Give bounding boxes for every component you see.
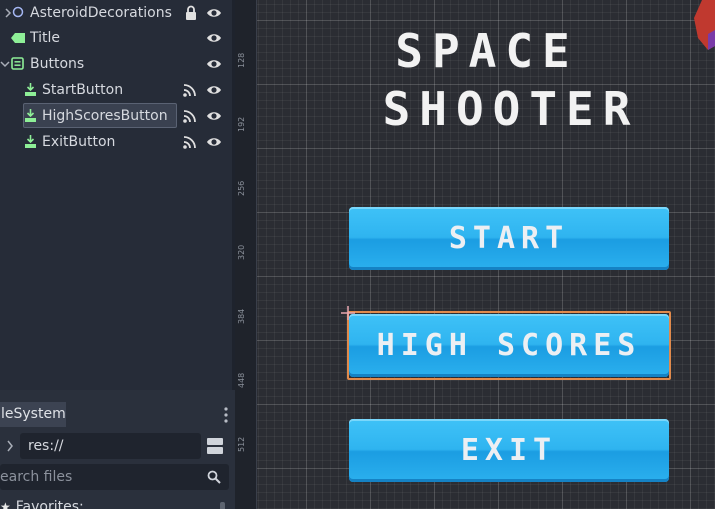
chevron-down-icon[interactable]: [0, 58, 11, 70]
tree-node-title[interactable]: Title: [0, 25, 232, 51]
tree-node-label: StartButton: [42, 82, 124, 98]
tree-node-label: Title: [30, 30, 61, 46]
ruler-label: 256: [237, 180, 246, 196]
eye-icon[interactable]: [206, 5, 222, 21]
tree-node-start-button[interactable]: StartButton: [0, 77, 232, 103]
vertical-ruler[interactable]: 128 192 256 320 384 448 512: [235, 0, 257, 509]
tree-node-label: Buttons: [30, 56, 85, 72]
filesystem-panel: leSystem res:// ★ Favorites:: [0, 402, 235, 509]
tree-node-buttons[interactable]: Buttons: [0, 51, 232, 77]
eye-icon[interactable]: [206, 82, 222, 98]
path-field[interactable]: res://: [20, 433, 201, 459]
search-input[interactable]: [0, 464, 200, 490]
signal-icon[interactable]: [182, 134, 198, 150]
filesystem-scrollbar[interactable]: [220, 502, 225, 509]
eye-icon[interactable]: [206, 56, 222, 72]
exit-button[interactable]: EXIT: [349, 419, 669, 482]
ruler-label: 448: [237, 372, 246, 388]
search-icon[interactable]: [207, 470, 221, 484]
tree-node-label: AsteroidDecorations: [30, 5, 172, 21]
favorites-item[interactable]: ★ Favorites:: [0, 497, 229, 509]
tab-filesystem[interactable]: leSystem: [0, 402, 66, 427]
search-row: [0, 464, 229, 490]
eye-icon[interactable]: [206, 108, 222, 124]
ruler-label: 192: [237, 116, 246, 132]
ruler-label: 384: [237, 308, 246, 324]
container-icon: [11, 57, 24, 70]
button-icon: [25, 135, 36, 148]
node2d-circle-icon: [12, 6, 24, 18]
signal-icon[interactable]: [182, 82, 198, 98]
tree-node-highscores-button[interactable]: HighScoresButton: [0, 103, 232, 129]
start-button[interactable]: START: [349, 207, 669, 270]
ruler-label: 128: [237, 52, 246, 68]
button-icon: [25, 109, 36, 122]
menu-dots-icon[interactable]: [222, 406, 230, 424]
scene-tree-panel: AsteroidDecorations Title Buttons StartB…: [0, 0, 232, 390]
tree-node-label: HighScoresButton: [42, 108, 168, 124]
favorites-label: Favorites:: [15, 499, 84, 509]
ruler-label: 320: [237, 244, 246, 260]
star-icon: ★: [0, 500, 11, 509]
signal-icon[interactable]: [182, 108, 198, 124]
game-title-line1[interactable]: SPACE: [337, 24, 637, 78]
lock-icon[interactable]: [184, 5, 198, 21]
button-icon: [25, 83, 36, 96]
tree-node-exit-button[interactable]: ExitButton: [0, 129, 232, 155]
dock-splitter[interactable]: [0, 390, 235, 402]
asteroid-decoration[interactable]: [688, 0, 715, 54]
ruler-label: 512: [237, 436, 246, 452]
chevron-right-icon[interactable]: [5, 439, 15, 453]
tree-node-asteroid-decorations[interactable]: AsteroidDecorations: [0, 0, 232, 26]
path-row: res://: [0, 433, 235, 459]
split-layout-icon[interactable]: [206, 437, 224, 455]
tree-node-label: ExitButton: [42, 134, 116, 150]
label-icon: [11, 33, 25, 43]
game-title-line2[interactable]: SHOOTER: [361, 82, 661, 136]
selection-frame[interactable]: [347, 311, 671, 380]
left-dock: AsteroidDecorations Title Buttons StartB…: [0, 0, 235, 509]
crosshair-cursor-icon: [341, 306, 355, 320]
eye-icon[interactable]: [206, 134, 222, 150]
eye-icon[interactable]: [206, 30, 222, 46]
